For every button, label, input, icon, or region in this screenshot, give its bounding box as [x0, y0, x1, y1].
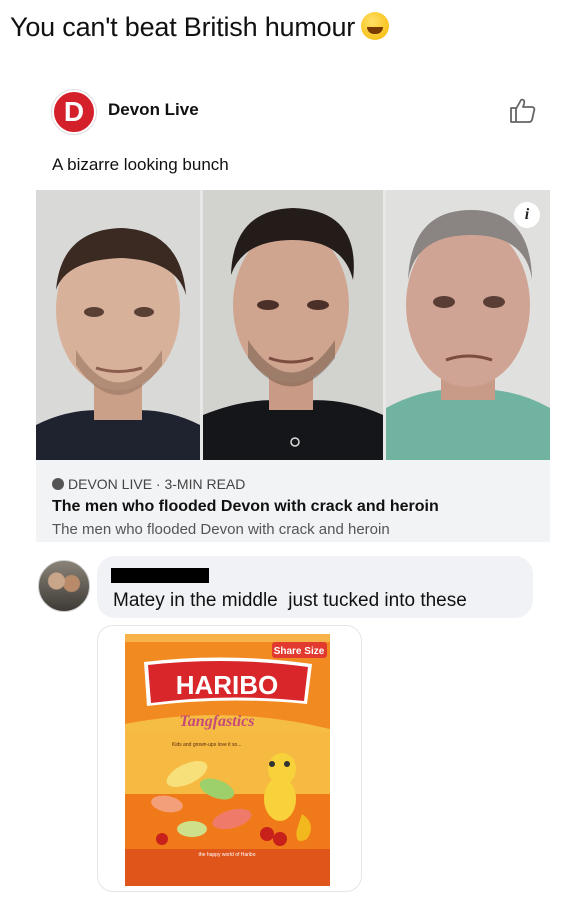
mugshot-left — [36, 190, 200, 460]
thumbs-up-icon[interactable] — [507, 95, 537, 125]
comment-bubble: Matey in the middle just tucked into the… — [97, 556, 533, 618]
haribo-brand-text: HARIBO — [176, 670, 279, 700]
laughing-emoji-icon — [361, 12, 390, 40]
redacted-commenter-name — [111, 568, 209, 583]
link-source: DEVON LIVE · 3-MIN READ — [52, 476, 245, 492]
post-caption: You can't beat British humour — [10, 12, 390, 43]
tangfastics-text: Tangfastics — [180, 713, 255, 730]
mugshots-image[interactable]: i — [36, 190, 550, 460]
commenter-avatar[interactable] — [38, 560, 90, 612]
link-source-text: DEVON LIVE · 3-MIN READ — [68, 476, 246, 492]
mugshot-right: i — [386, 190, 550, 460]
link-description: The men who flooded Devon with crack and… — [52, 521, 390, 538]
comment-image-attachment[interactable]: Share Size HARIBO Tangfastics Kids and g… — [97, 625, 362, 892]
post-header: D Devon Live — [52, 90, 552, 134]
share-size-badge: Share Size — [274, 646, 325, 657]
devon-live-logo[interactable]: D — [52, 90, 96, 134]
link-source-icon — [52, 478, 64, 490]
mugshot-middle — [203, 190, 383, 460]
comment-text: Matey in the middle just tucked into the… — [113, 590, 467, 611]
page-name-link[interactable]: Devon Live — [108, 100, 199, 120]
bag-footer-text: the happy world of Haribo — [199, 852, 256, 858]
caption-text: You can't beat British humour — [10, 12, 356, 42]
post-text: A bizarre looking bunch — [52, 155, 229, 174]
link-title[interactable]: The men who flooded Devon with crack and… — [52, 498, 439, 516]
bag-tagline: Kids and grown-ups love it so... — [172, 742, 241, 748]
link-preview[interactable]: DEVON LIVE · 3-MIN READ The men who floo… — [36, 460, 550, 542]
haribo-bag-image: Share Size HARIBO Tangfastics Kids and g… — [125, 634, 330, 886]
info-icon[interactable]: i — [514, 202, 540, 228]
